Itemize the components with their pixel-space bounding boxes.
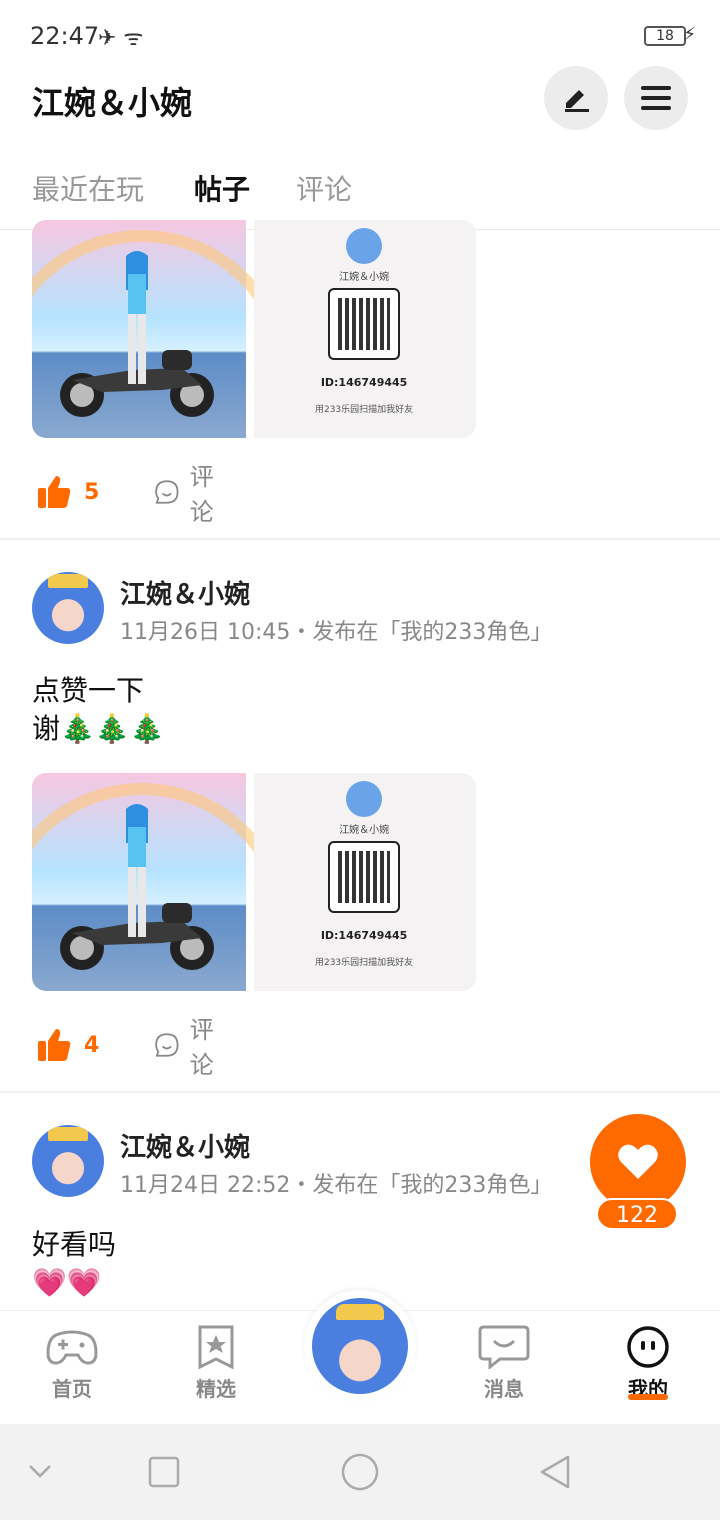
post-text-line: 点赞一下 bbox=[32, 674, 145, 707]
airplane-wifi-icons: ✈ ᯤ bbox=[98, 26, 144, 51]
system-navigation-bar bbox=[0, 1424, 720, 1520]
profile-like-count: 122 bbox=[596, 1198, 678, 1230]
thumbs-up-icon[interactable] bbox=[36, 1027, 72, 1063]
post-meta: 11月26日 10:45・发布在「我的233角色」 bbox=[120, 620, 553, 645]
battery-icon: 18 bbox=[644, 26, 686, 46]
comment-icon bbox=[155, 480, 179, 504]
post-image-gallery[interactable]: 江婉＆小婉 ID:146749445 用233乐园扫描加我好友 bbox=[32, 773, 476, 991]
post-text: 点赞一下 谢🎄🎄🎄 bbox=[32, 672, 165, 748]
back-triangle-icon[interactable] bbox=[538, 1454, 572, 1490]
comment-button[interactable]: 评论 bbox=[154, 463, 224, 526]
post-text-line: 好看吗 bbox=[32, 1228, 117, 1261]
mini-avatar bbox=[346, 228, 383, 264]
post-header: 江婉＆小婉 11月26日 10:45・发布在「我的233角色」 bbox=[32, 572, 682, 648]
avatar bbox=[312, 1298, 408, 1394]
share-card-id: ID:146749445 bbox=[320, 929, 408, 942]
tab-comments[interactable]: 评论 bbox=[296, 168, 352, 208]
post-author[interactable]: 江婉＆小婉 bbox=[120, 1127, 250, 1164]
post-author[interactable]: 江婉＆小婉 bbox=[120, 574, 250, 611]
like-profile-button[interactable] bbox=[590, 1114, 686, 1210]
thumbs-up-icon[interactable] bbox=[36, 474, 72, 510]
charging-icon: ⚡ bbox=[683, 24, 696, 45]
comment-label: 评论 bbox=[189, 1016, 214, 1079]
post-text: 好看吗 💗💗 bbox=[32, 1226, 116, 1302]
center-avatar-button[interactable] bbox=[304, 1290, 416, 1402]
nav-home[interactable]: 首页 bbox=[27, 1325, 117, 1402]
edit-button[interactable] bbox=[544, 66, 608, 130]
nav-label: 精选 bbox=[196, 1377, 236, 1401]
nav-label: 消息 bbox=[484, 1377, 524, 1401]
like-count: 4 bbox=[84, 1032, 100, 1058]
menu-button[interactable] bbox=[624, 66, 688, 130]
character-motorbike-image[interactable] bbox=[32, 220, 292, 438]
nav-me[interactable]: 我的 bbox=[603, 1325, 693, 1402]
message-icon bbox=[478, 1325, 530, 1369]
tab-posts[interactable]: 帖子 bbox=[194, 168, 250, 208]
share-card-name: 江婉＆小婉 bbox=[339, 825, 390, 836]
tab-recently-played[interactable]: 最近在玩 bbox=[32, 168, 144, 208]
share-card-name: 江婉＆小婉 bbox=[339, 272, 390, 283]
share-card-image[interactable]: 江婉＆小婉 ID:146749445 用233乐园扫描加我好友 bbox=[254, 220, 476, 438]
post-header: 江婉＆小婉 11月24日 22:52・发布在「我的233角色」 bbox=[32, 1125, 682, 1201]
profile-title: 江婉＆小婉 bbox=[32, 84, 193, 122]
share-card-id: ID:146749445 bbox=[320, 376, 408, 389]
nav-label: 首页 bbox=[52, 1377, 92, 1401]
star-badge-icon bbox=[198, 1325, 234, 1369]
home-circle-icon[interactable] bbox=[340, 1452, 380, 1492]
post-image-gallery[interactable]: 江婉＆小婉 ID:146749445 用233乐园扫描加我好友 bbox=[32, 220, 476, 438]
pen-icon bbox=[565, 90, 589, 112]
post-meta: 11月24日 22:52・发布在「我的233角色」 bbox=[120, 1173, 553, 1198]
post-text-line: 💗💗 bbox=[32, 1266, 102, 1299]
comment-icon bbox=[155, 1033, 179, 1057]
status-time: 22:47 bbox=[30, 22, 100, 50]
qr-code bbox=[328, 288, 401, 360]
share-card-image[interactable]: 江婉＆小婉 ID:146749445 用233乐园扫描加我好友 bbox=[254, 773, 476, 991]
avatar[interactable] bbox=[32, 1125, 104, 1197]
nav-featured[interactable]: 精选 bbox=[171, 1325, 261, 1402]
post-text-line: 谢🎄🎄🎄 bbox=[32, 712, 165, 745]
comment-button[interactable]: 评论 bbox=[154, 1016, 224, 1079]
active-nav-indicator bbox=[628, 1394, 668, 1400]
character-figure bbox=[126, 251, 148, 384]
menu-icon bbox=[641, 86, 671, 110]
avatar[interactable] bbox=[32, 572, 104, 644]
character-motorbike-image[interactable] bbox=[32, 773, 292, 991]
recent-apps-icon[interactable] bbox=[148, 1456, 180, 1488]
post-divider bbox=[0, 538, 720, 540]
post-actions: 5 评论 bbox=[36, 463, 214, 526]
gamepad-icon bbox=[46, 1330, 98, 1365]
like-count: 5 bbox=[84, 479, 100, 505]
character-figure bbox=[126, 804, 148, 937]
smiley-face-icon bbox=[627, 1326, 669, 1368]
heart-icon bbox=[618, 1144, 658, 1179]
post-actions: 4 评论 bbox=[36, 1016, 214, 1079]
qr-code bbox=[328, 841, 401, 913]
mini-avatar bbox=[346, 781, 383, 817]
share-card-hint: 用233乐园扫描加我好友 bbox=[314, 405, 414, 415]
nav-messages[interactable]: 消息 bbox=[459, 1325, 549, 1402]
status-bar: 22:47 ✈ ᯤ 18 ⚡ bbox=[0, 0, 720, 72]
chevron-down-icon[interactable] bbox=[28, 1464, 52, 1480]
comment-label: 评论 bbox=[189, 463, 214, 526]
share-card-hint: 用233乐园扫描加我好友 bbox=[314, 958, 414, 968]
post-divider bbox=[0, 1091, 720, 1093]
